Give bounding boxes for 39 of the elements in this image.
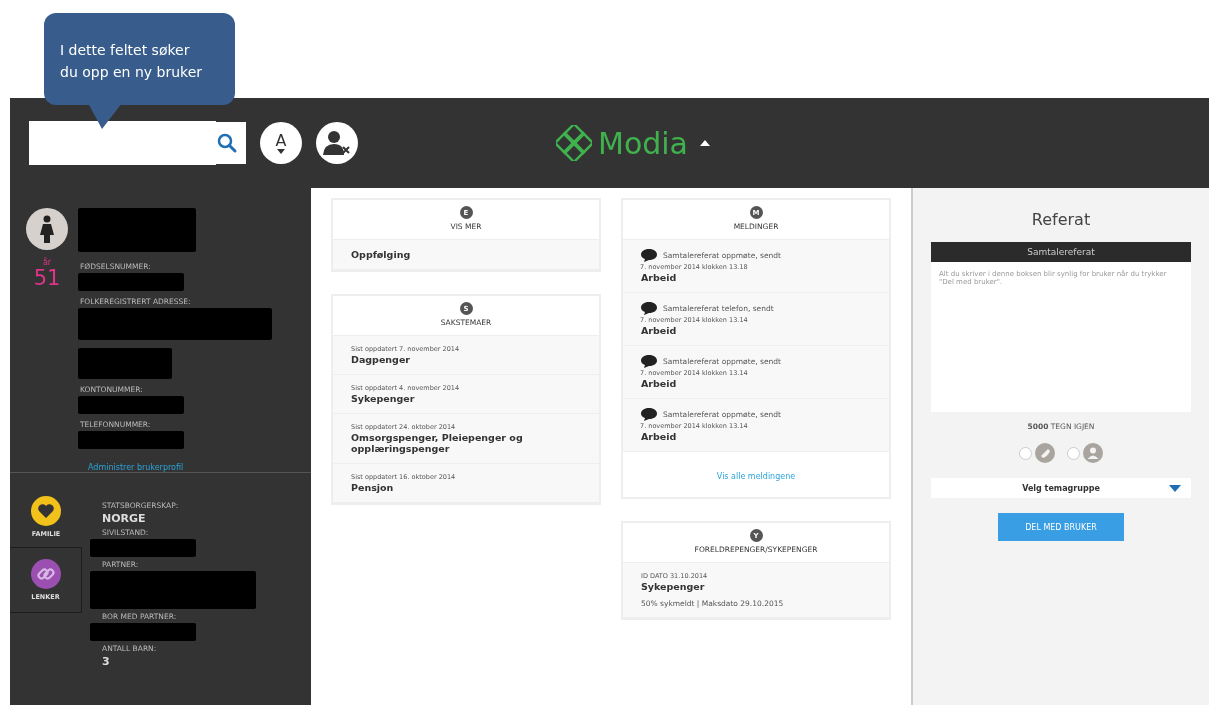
panel-title: Referat (1031, 210, 1091, 229)
link-icon (30, 559, 61, 589)
profile-link[interactable]: Administrer brukerprofil (88, 463, 272, 472)
dropdown-caret-icon (1169, 485, 1181, 492)
text-size-button[interactable]: A (260, 122, 302, 164)
field-value: NORGE (102, 512, 147, 525)
item-title: Arbeid (641, 378, 678, 389)
search-icon (216, 132, 238, 154)
caret-icon[interactable] (700, 140, 710, 146)
search-field[interactable] (29, 122, 246, 164)
person-icon (1083, 443, 1103, 463)
tooltip-text: I dette feltet søker du opp en ny bruker (60, 41, 204, 82)
speech-bubble-icon (641, 408, 657, 421)
item-title: Arbeid (641, 431, 678, 442)
item-title: Sykepenger (641, 581, 706, 592)
item-title: Oppfølging (351, 249, 412, 260)
item-title: Sykepenger (351, 393, 416, 404)
caret-icon (277, 148, 285, 154)
avatar-icon (26, 208, 68, 250)
app-logo[interactable]: Modia (598, 125, 688, 161)
item-title: Omsorgspenger, Pleiepenger og opplæringspenger (351, 432, 524, 454)
box-header: Samtalereferat (931, 242, 1191, 262)
logo-icon (556, 125, 592, 161)
age-label: år (42, 258, 52, 267)
theme-group-dropdown[interactable]: Velg temagruppe (931, 478, 1191, 498)
speech-bubble-icon (641, 249, 657, 262)
speech-bubble-icon (641, 302, 657, 315)
item-title: Dagpenger (351, 354, 412, 365)
radio-button[interactable] (1019, 446, 1032, 460)
field-value: 3 (102, 655, 111, 668)
item-title: Arbeid (641, 325, 678, 336)
list-item[interactable]: Oppfølging (333, 240, 599, 270)
radio-button[interactable] (1067, 446, 1080, 460)
item-title: Arbeid (641, 272, 678, 283)
age-value: 51 (33, 267, 61, 289)
remove-user-button[interactable] (316, 122, 358, 164)
speech-bubble-icon (641, 355, 657, 368)
item-title: Pensjon (351, 482, 395, 493)
user-remove-icon (323, 130, 351, 156)
